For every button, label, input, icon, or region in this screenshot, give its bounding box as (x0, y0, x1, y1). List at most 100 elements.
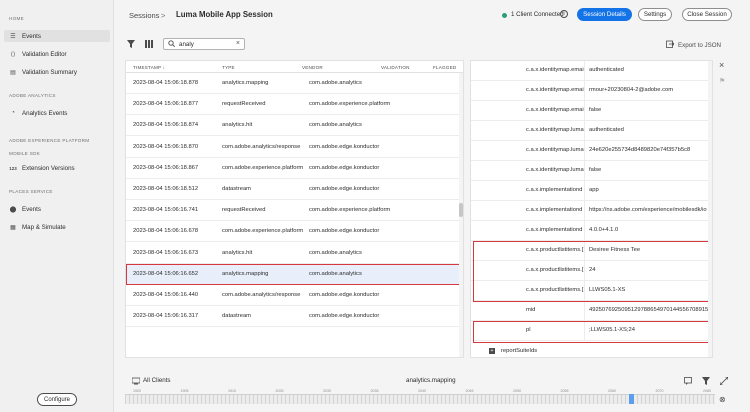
table-row[interactable]: 2023-08-04 15:06:18.867 com.adobe.experie… (126, 158, 461, 179)
detail-divider (584, 141, 585, 161)
cell-type: datastream (222, 186, 251, 192)
detail-value: authenticated (589, 127, 624, 133)
export-json-button[interactable]: Export to JSON (666, 40, 721, 50)
cell-timestamp: 2023-08-04 15:06:16.673 (133, 249, 199, 256)
table-row[interactable]: 2023-08-04 15:06:18.877 requestReceived co… (126, 94, 461, 116)
info-icon[interactable]: i (560, 10, 568, 18)
detail-row[interactable]: c.a.x.implementationd app (471, 181, 710, 201)
table-row[interactable]: 2023-08-04 15:06:18.870 com.adobe.analyti… (126, 137, 461, 158)
sidebar-item-label: Analytics Events (22, 109, 68, 117)
table-row[interactable]: 2023-08-04 15:06:16.673 analytics.hit com.… (126, 243, 461, 264)
search-icon (168, 39, 176, 49)
detail-row[interactable]: c.a.x.identitymap.emai rmour+20230804-2@a… (471, 81, 710, 101)
detail-value: false (589, 167, 602, 173)
section-label-home: HOME (9, 16, 24, 21)
sidebar-item-events[interactable]: ☰ Events (4, 30, 110, 42)
breadcrumb-separator: > (161, 11, 166, 20)
column-header-validation[interactable]: VALIDATION (381, 61, 410, 73)
search-field[interactable]: × (163, 38, 245, 50)
sidebar-item-label: Events (22, 32, 41, 40)
column-header-type[interactable]: TYPE (222, 61, 235, 73)
cell-timestamp: 2023-08-04 15:06:18.870 (133, 143, 199, 150)
toolbar: × Export to JSON (114, 30, 750, 56)
cell-type: analytics.hit (222, 122, 253, 129)
cell-type: com.adobe.experience.platform (222, 228, 304, 235)
timeline-filter-icon[interactable] (701, 376, 711, 386)
flag-icon[interactable]: ⚑ (719, 77, 725, 85)
chat-icon[interactable] (683, 376, 693, 386)
detail-key: c.a.x.identitymap.emai (526, 67, 584, 73)
timeline-tick-label: 2035 (370, 389, 379, 393)
detail-row[interactable]: c.a.x.identitymap.luma authenticated (471, 121, 710, 141)
detail-divider (584, 121, 585, 141)
detail-row[interactable]: c.a.x.implementationd 4.0.0+4.1.0 (471, 221, 710, 241)
breadcrumb-sessions[interactable]: Sessions (129, 11, 159, 20)
details-scrollbar[interactable] (708, 61, 712, 357)
detail-row[interactable]: c.a.x.identitymap.luma false (471, 161, 710, 181)
cell-vendor: com.adobe.analytics (309, 249, 362, 256)
detail-row[interactable]: c.a.x.implementationd https://ns.adobe.co… (471, 201, 710, 221)
cell-type: com.adobe.analytics/response (222, 292, 301, 298)
table-row[interactable]: 2023-08-04 15:06:18.874 analytics.hit com.… (126, 115, 461, 137)
detail-row[interactable]: c.a.x.identitymap.emai false (471, 101, 710, 121)
timeline-tick-label: 2025 (275, 389, 284, 393)
sidebar-item-validation-summary[interactable]: ▤ Validation Summary (4, 66, 110, 78)
events-table: TIMESTAMP ↓ TYPE VENDOR VALIDATION FLAGG… (125, 60, 464, 358)
detail-row[interactable]: c.a.x.identitymap.luma 24e620e255734d8489… (471, 141, 710, 161)
detail-key: c.a.x.implementationd (526, 187, 583, 193)
section-label-places: PLACES SERVICE (9, 189, 53, 194)
filter-icon[interactable] (126, 39, 136, 49)
detail-divider (584, 181, 585, 201)
table-row[interactable]: 2023-08-04 15:06:16.652 analytics.mapping… (126, 263, 461, 285)
search-input[interactable] (179, 40, 234, 48)
column-header-flagged[interactable]: FLAGGED (433, 61, 456, 73)
table-row[interactable]: 2023-08-04 15:06:18.878 analytics.mapping… (126, 73, 461, 94)
client-filter[interactable]: All Clients (143, 377, 171, 384)
timeline-tick-label: 2055 (560, 389, 569, 393)
settings-button[interactable]: Settings (638, 8, 672, 21)
close-session-button[interactable]: Close Session (682, 8, 732, 21)
detail-divider (584, 81, 585, 101)
cell-vendor: com.adobe.edge.konductor (309, 164, 380, 171)
detail-row[interactable]: mid 4925076925095129788654970144556708915… (471, 301, 710, 321)
detail-divider (584, 161, 585, 181)
cell-vendor: com.adobe.analytics (309, 80, 362, 86)
session-details-button[interactable]: Session Details (577, 8, 632, 21)
cell-vendor: com.adobe.analytics (309, 122, 362, 129)
report-suite-ids-label: reportSuiteIds (501, 348, 538, 354)
detail-key: c.a.x.implementationd (526, 227, 583, 233)
table-row[interactable]: 2023-08-04 15:06:16.741 requestReceived co… (126, 200, 461, 222)
version-icon: 123 (9, 165, 17, 171)
header: Sessions > Luma Mobile App Session 1 Cli… (114, 0, 750, 30)
sidebar-item-places-events[interactable]: ⬤ Events (4, 203, 110, 215)
report-suite-ids-row[interactable]: + reportSuiteIds (489, 348, 537, 354)
sidebar-item-analytics-events[interactable]: ◔ Analytics Events (4, 107, 110, 119)
timeline-marker[interactable] (629, 394, 634, 404)
detail-row[interactable]: c.a.x.identitymap.emai authenticated (471, 61, 710, 81)
table-row[interactable]: 2023-08-04 15:06:16.678 com.adobe.experie… (126, 221, 461, 243)
cell-type: com.adobe.experience.platform (222, 164, 304, 171)
expand-icon[interactable]: + (489, 348, 495, 354)
table-row[interactable]: 2023-08-04 15:06:18.512 datastream com.ado… (126, 179, 461, 200)
table-row[interactable]: 2023-08-04 15:06:16.440 com.adobe.analyti… (126, 285, 461, 306)
events-scrollbar[interactable] (459, 73, 463, 357)
sidebar-item-extension-versions[interactable]: 123 Extension Versions (4, 162, 110, 174)
timeline-tick-label: 2080 (703, 389, 711, 393)
clear-search-icon[interactable]: × (236, 40, 240, 47)
scrollbar-thumb[interactable] (459, 203, 463, 217)
table-row[interactable]: 2023-08-04 15:06:16.317 datastream com.ado… (126, 306, 461, 328)
cell-timestamp: 2023-08-04 15:06:16.440 (133, 292, 199, 298)
columns-icon[interactable] (144, 39, 154, 49)
timeline-clear-icon[interactable]: ⊗ (719, 395, 726, 404)
detail-value: authenticated (589, 67, 624, 73)
timeline-track[interactable] (125, 394, 715, 404)
column-header-vendor[interactable]: VENDOR (302, 61, 323, 73)
detail-value: rmour+20230804-2@adobe.com (589, 87, 674, 93)
sidebar-item-validation-editor[interactable]: ⟨⟩ Validation Editor (4, 48, 110, 60)
expand-timeline-icon[interactable] (719, 376, 729, 386)
column-header-timestamp[interactable]: TIMESTAMP ↓ (133, 61, 165, 73)
export-label: Export to JSON (678, 41, 721, 49)
close-icon[interactable]: × (719, 60, 724, 70)
sidebar-item-map-simulate[interactable]: ▦ Map & Simulate (4, 221, 110, 233)
configure-button[interactable]: Configure (37, 393, 77, 406)
